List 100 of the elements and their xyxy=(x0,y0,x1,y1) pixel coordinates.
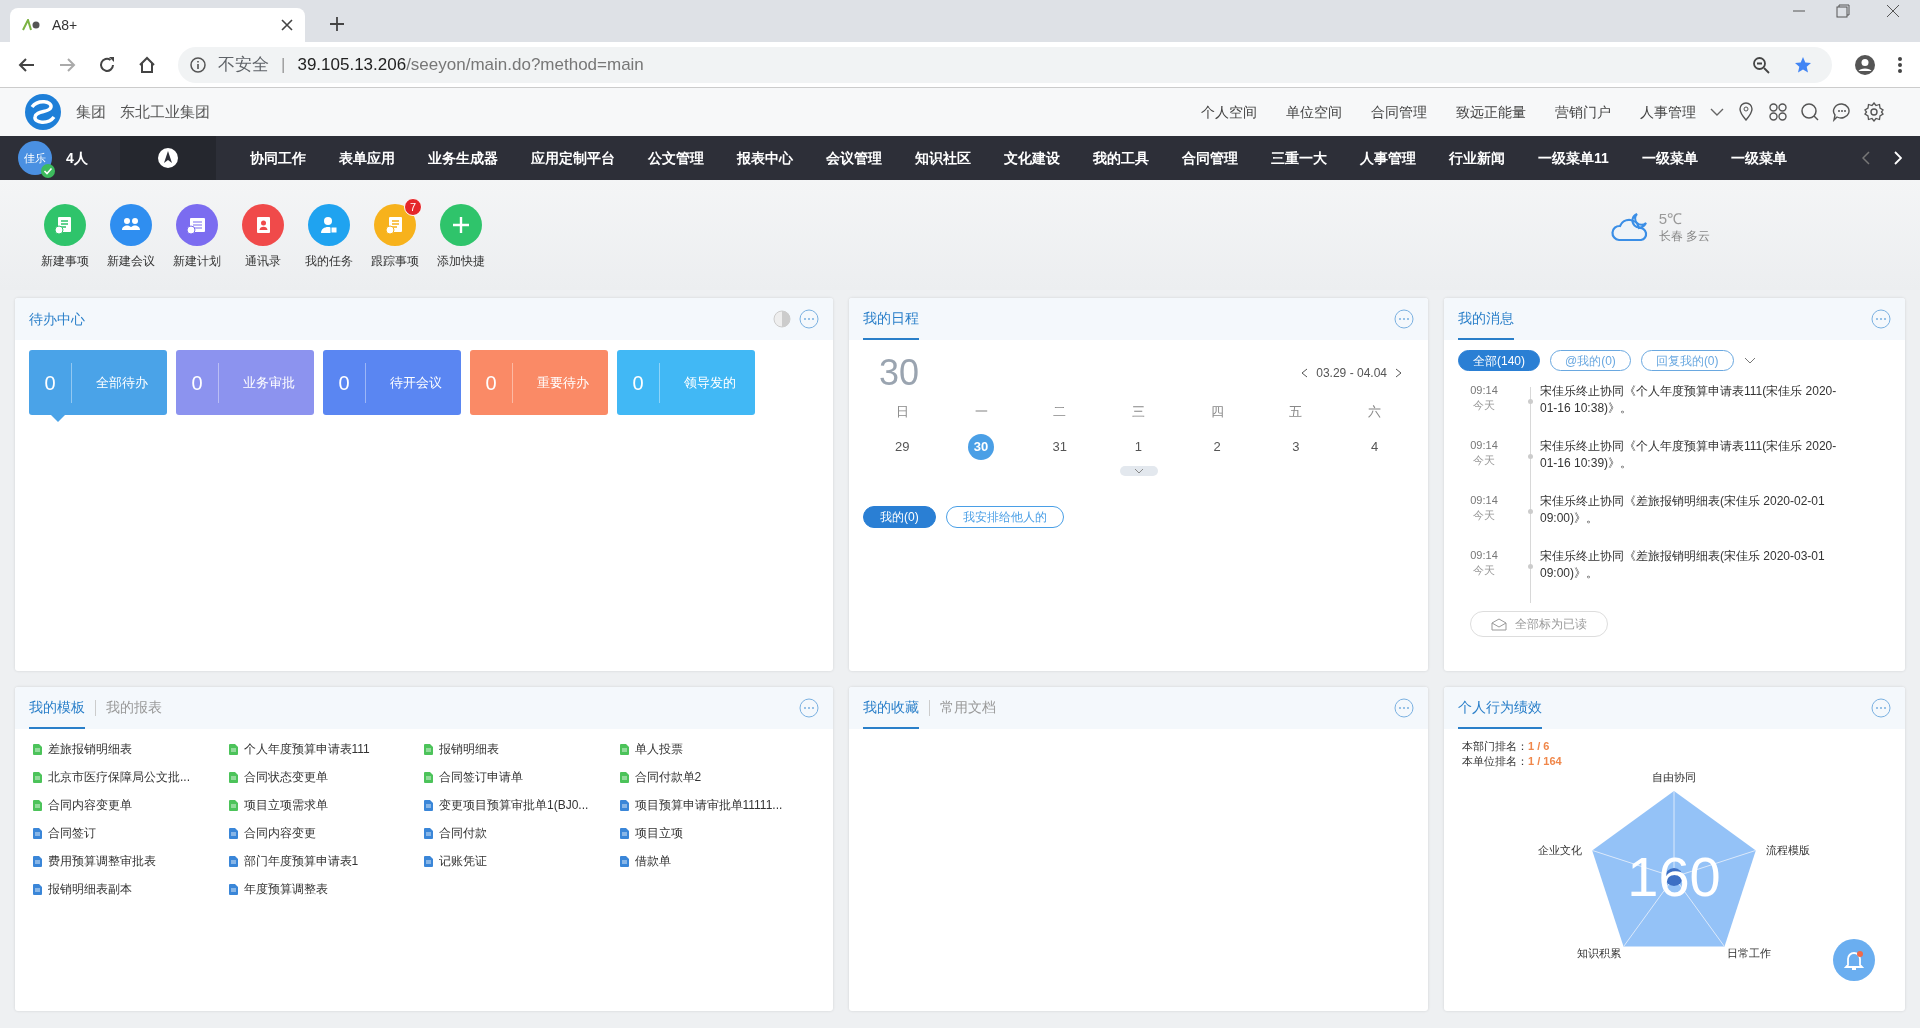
home-icon[interactable] xyxy=(138,55,156,74)
zoom-out-icon[interactable] xyxy=(1752,55,1770,74)
panel-tab[interactable]: 我的收藏 xyxy=(863,687,919,729)
header-link[interactable]: 个人空间 xyxy=(1201,101,1257,123)
nav-item[interactable]: 一级菜单11 xyxy=(1538,147,1609,169)
template-link[interactable]: 合同付款 xyxy=(424,823,620,843)
weekday-label: 六 xyxy=(1368,403,1382,421)
settings-icon[interactable] xyxy=(1864,102,1884,122)
shortcut-button[interactable]: 添加快捷 xyxy=(428,196,494,270)
template-link[interactable]: 北京市医疗保障局公文批... xyxy=(33,767,229,787)
template-link[interactable]: 合同内容变更 xyxy=(228,823,424,843)
template-link[interactable]: 合同签订 xyxy=(33,823,229,843)
apps-icon[interactable] xyxy=(1768,102,1788,122)
browser-tab[interactable]: A8+ xyxy=(10,8,305,42)
nav-item[interactable]: 人事管理 xyxy=(1360,147,1416,169)
template-link[interactable]: 合同内容变更单 xyxy=(33,795,229,815)
panel-tab[interactable]: 我的日程 xyxy=(863,298,919,340)
nav-item[interactable]: 知识社区 xyxy=(915,147,971,169)
template-link[interactable]: 部门年度预算申请表1 xyxy=(228,851,424,871)
message-link[interactable]: 宋佳乐终止协同《个人年度预算申请表111(宋佳乐 2020-01-16 10:38)》。 xyxy=(1540,383,1850,438)
panel-tab[interactable]: 我的消息 xyxy=(1458,298,1514,340)
nav-item[interactable]: 文化建设 xyxy=(1004,147,1060,169)
template-link[interactable]: 单人投票 xyxy=(619,739,815,759)
location-icon[interactable] xyxy=(1736,102,1756,122)
rank-value: 1 / 6 xyxy=(1528,739,1550,754)
nav-item[interactable]: 表单应用 xyxy=(339,147,395,169)
template-link[interactable]: 个人年度预算申请表111 xyxy=(228,739,424,759)
shortcut-button[interactable]: 我的任务 xyxy=(296,196,362,270)
star-icon[interactable] xyxy=(1794,55,1812,74)
chevron-left-icon[interactable] xyxy=(1301,368,1309,378)
template-link[interactable]: 项目立项需求单 xyxy=(228,795,424,815)
template-link[interactable]: 项目预算申请审批单11111... xyxy=(619,795,815,815)
template-link[interactable]: 合同状态变更单 xyxy=(228,767,424,787)
compass-icon[interactable] xyxy=(157,147,179,169)
nav-item[interactable]: 三重一大 xyxy=(1271,147,1327,169)
nav-item[interactable]: 报表中心 xyxy=(737,147,793,169)
filter-pill[interactable]: 全部(140) xyxy=(1458,350,1540,371)
search-icon[interactable] xyxy=(1800,102,1820,122)
template-link[interactable]: 报销明细表副本 xyxy=(33,879,229,899)
shortcut-button[interactable]: 通讯录 xyxy=(230,196,296,270)
nav-item[interactable]: 合同管理 xyxy=(1182,147,1238,169)
header-link[interactable]: 合同管理 xyxy=(1371,101,1427,123)
info-icon xyxy=(190,56,206,73)
weekday-label: 四 xyxy=(1210,403,1224,421)
chevron-right-icon[interactable] xyxy=(1395,368,1402,378)
header-link[interactable]: 营销门户 xyxy=(1555,101,1611,123)
panel-tab[interactable]: 个人行为绩效 xyxy=(1458,687,1542,729)
template-link[interactable]: 记账凭证 xyxy=(424,851,620,871)
template-link[interactable]: 年度预算调整表 xyxy=(228,879,424,899)
template-link[interactable]: 合同签订申请单 xyxy=(424,767,620,787)
address-bar[interactable]: 不安全 | 39.105.13.206/seeyon/main.do?method=main xyxy=(178,46,1832,83)
nav-item[interactable]: 协同工作 xyxy=(250,147,306,169)
nav-item[interactable]: 一级菜单 xyxy=(1730,147,1787,169)
calendar-day[interactable]: 29 xyxy=(889,433,916,460)
chevron-down-icon[interactable] xyxy=(1710,107,1724,117)
back-icon[interactable] xyxy=(18,55,36,74)
nav-item[interactable]: 我的工具 xyxy=(1093,147,1149,169)
calendar-day[interactable]: 3 xyxy=(1282,433,1309,460)
calendar-day[interactable]: 31 xyxy=(1046,433,1073,460)
header-link[interactable]: 致远正能量 xyxy=(1456,101,1526,123)
calendar-day[interactable]: 1 xyxy=(1125,433,1152,460)
message-time: 09:14 xyxy=(1470,438,1498,453)
chevron-down-icon[interactable] xyxy=(1743,356,1756,365)
site-icon xyxy=(22,19,40,31)
restore-icon[interactable] xyxy=(1836,4,1850,18)
filter-pill[interactable]: 我的(0) xyxy=(863,505,936,528)
nav-item[interactable]: 业务生成器 xyxy=(428,147,498,169)
template-link[interactable]: 合同付款单2 xyxy=(619,767,815,787)
header-link[interactable]: 人事管理 xyxy=(1640,101,1696,123)
message-day: 今天 xyxy=(1473,398,1495,413)
new-tab-icon[interactable] xyxy=(329,16,345,32)
close-window-icon[interactable] xyxy=(1886,4,1900,18)
account-icon[interactable] xyxy=(1854,53,1876,76)
header-link[interactable]: 单位空间 xyxy=(1286,101,1342,123)
message-link[interactable]: 宋佳乐终止协同《差旅报销明细表(宋佳乐 2020-03-01 09:00)》。 xyxy=(1540,548,1850,603)
nav-item[interactable]: 一级菜单 xyxy=(1641,147,1698,169)
message-link[interactable]: 宋佳乐终止协同《差旅报销明细表(宋佳乐 2020-02-01 09:00)》。 xyxy=(1540,493,1850,548)
message-link[interactable]: 宋佳乐终止协同《个人年度预算申请表111(宋佳乐 2020-01-16 10:39)》。 xyxy=(1540,438,1850,493)
shortcut-button[interactable]: 7 跟踪事项 xyxy=(362,196,428,270)
chat-icon[interactable] xyxy=(1832,102,1852,122)
calendar-day[interactable]: 2 xyxy=(1204,433,1231,460)
shortcut-button[interactable]: 新建事项 xyxy=(32,196,98,270)
shortcut-button[interactable]: 新建计划 xyxy=(164,196,230,270)
calendar-day[interactable]: 4 xyxy=(1361,433,1388,460)
template-link[interactable]: 差旅报销明细表 xyxy=(33,739,229,759)
nav-item[interactable]: 行业新闻 xyxy=(1449,147,1505,169)
template-link[interactable]: 报销明细表 xyxy=(424,739,620,759)
template-link[interactable]: 变更项目预算审批单1(BJ0... xyxy=(424,795,620,815)
more-icon[interactable] xyxy=(1898,55,1902,74)
close-icon[interactable] xyxy=(281,19,293,31)
shortcut-button[interactable]: 新建会议 xyxy=(98,196,164,270)
nav-item[interactable]: 应用定制平台 xyxy=(531,147,615,169)
reload-icon[interactable] xyxy=(98,55,116,74)
chevron-left-icon[interactable] xyxy=(1862,151,1870,165)
template-link[interactable]: 费用预算调整审批表 xyxy=(33,851,229,871)
template-link[interactable]: 借款单 xyxy=(619,851,815,871)
nav-item[interactable]: 公文管理 xyxy=(648,147,704,169)
template-link[interactable]: 项目立项 xyxy=(619,823,815,843)
nav-item[interactable]: 会议管理 xyxy=(826,147,882,169)
panel-tab[interactable]: 我的模板 xyxy=(29,687,85,729)
